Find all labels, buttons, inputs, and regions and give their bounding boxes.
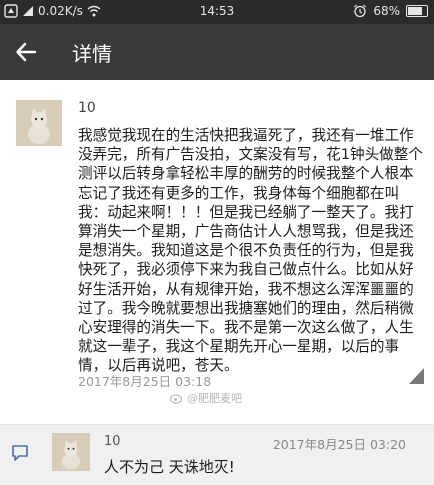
status-bar: 0.02K/s 14:53 68% <box>0 0 434 24</box>
post-text: 我感觉我现在的生活快把我逼死了，我还有一堆工作 没弄完，所有广告没拍，文案没有写… <box>78 127 423 375</box>
battery-icon <box>406 5 428 17</box>
avatar[interactable] <box>16 100 62 146</box>
comment-item: 10 2017年8月25日 03:20 人不为己 天诛地灭! <box>0 424 434 485</box>
more-options-icon[interactable] <box>402 362 430 390</box>
cat-avatar-image <box>16 100 62 146</box>
page-title: 详情 <box>72 42 112 66</box>
comment-username[interactable]: 10 <box>104 434 121 449</box>
battery-fill <box>408 7 422 15</box>
post-timestamp: 2017年8月25日 03:18 <box>78 374 212 389</box>
arrow-left-icon <box>16 42 37 62</box>
cat-avatar-image <box>52 433 90 471</box>
status-right: 68% <box>353 4 428 18</box>
battery-percent: 68% <box>373 4 400 18</box>
alarm-icon <box>354 4 367 18</box>
back-button[interactable] <box>6 32 46 72</box>
weibo-icon <box>170 394 183 404</box>
app-bar: 详情 <box>0 24 434 80</box>
watermark: @肥肥麦吧 <box>170 390 242 406</box>
post-card: 10 我感觉我现在的生活快把我逼死了，我还有一堆工作 没弄完，所有广告没拍，文案… <box>0 80 434 424</box>
comment-text: 人不为己 天诛地灭! <box>104 458 235 476</box>
post-username[interactable]: 10 <box>78 100 96 116</box>
comment-avatar[interactable] <box>52 433 90 471</box>
comment-timestamp: 2017年8月25日 03:20 <box>272 437 406 452</box>
watermark-text: @肥肥麦吧 <box>187 392 242 405</box>
comment-icon <box>12 445 28 461</box>
